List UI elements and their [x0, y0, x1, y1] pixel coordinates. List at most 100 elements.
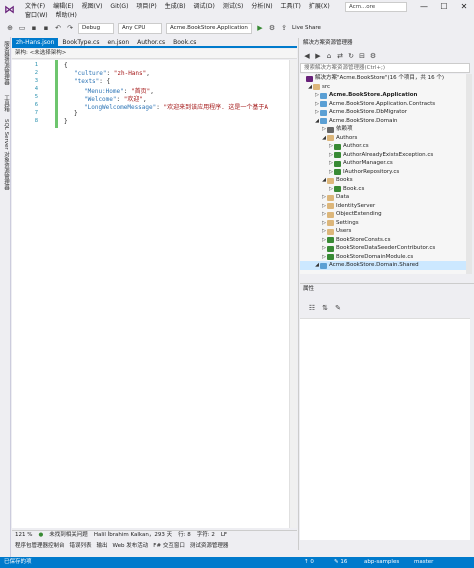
line-number: 6 — [34, 102, 38, 108]
code-line-8: } — [64, 118, 68, 125]
line-number: 4 — [34, 86, 38, 92]
char-indicator: 字符: 2 — [196, 532, 215, 538]
startup-project-select[interactable]: Acme.BookStore.Application — [166, 22, 252, 34]
push-count[interactable]: ↑ 0 — [304, 557, 334, 568]
alphabetical-icon[interactable]: ⇅ — [321, 304, 329, 312]
platform-select[interactable]: Any CPU — [118, 22, 162, 34]
configuration-select[interactable]: Debug — [78, 22, 114, 34]
live-share-button[interactable]: Live Share — [292, 25, 321, 31]
redo-icon[interactable]: ↷ — [66, 24, 74, 32]
categorized-icon[interactable]: ☷ — [308, 304, 316, 312]
live-share-icon[interactable]: ⇪ — [280, 24, 288, 32]
changes-count[interactable]: ✎ 16 — [334, 557, 364, 568]
line-number: 2 — [34, 70, 38, 76]
solution-explorer-toolbar: ◀ ▶ ⌂ ⇄ ↻ ⊟ ⚙ — [300, 49, 474, 62]
line-number: 1 — [34, 62, 38, 68]
menu-item[interactable]: 分析(N) — [247, 3, 276, 12]
open-folder-icon[interactable]: ▭ — [18, 24, 26, 32]
menu-item[interactable]: 编辑(E) — [49, 3, 77, 12]
window-controls: — ☐ ✕ — [414, 0, 474, 14]
collapse-all-icon[interactable]: ⊟ — [358, 52, 366, 60]
undo-icon[interactable]: ↶ — [54, 24, 62, 32]
refresh-icon[interactable]: ↻ — [347, 52, 355, 60]
proj-icon — [320, 262, 327, 269]
back-icon[interactable]: ◀ — [303, 52, 311, 60]
code-editor[interactable]: 1 2 3 4 5 6 7 8 { "culture": "zh-Hans", "texts"… — [12, 60, 297, 528]
bottom-tool-tab[interactable]: 输出 — [97, 541, 108, 551]
line-indicator: 行: 8 — [178, 532, 191, 538]
solution-search-input[interactable]: 搜索解决方案资源管理器(Ctrl+;) — [300, 63, 470, 73]
start-debug-icon[interactable]: ▶ — [256, 24, 264, 32]
menu-item[interactable]: Git(G) — [106, 3, 132, 12]
change-indicator-bar — [55, 60, 58, 128]
bottom-tool-tab[interactable]: 测试资源管理器 — [190, 541, 229, 551]
properties-title: 属性 — [300, 283, 474, 293]
solution-tree: 解决方案"Acme.BookStore"(16 个项目，共 16 个) ◢ src ▷… — [300, 74, 470, 274]
status-message: 已保存的项 — [4, 559, 32, 565]
maximize-button[interactable]: ☐ — [434, 0, 454, 14]
new-item-icon[interactable]: ⊕ — [6, 24, 14, 32]
sol-icon — [306, 75, 313, 82]
bottom-tool-tab[interactable]: 程序包管理器控制台 — [15, 541, 65, 551]
toolbox-tab[interactable]: 工具箱 — [2, 95, 10, 112]
issues-status[interactable]: 未找到相关问题 — [49, 531, 88, 540]
editor-tab[interactable]: zh-Hans.json — [12, 38, 59, 48]
cs-icon — [334, 143, 341, 150]
minimize-button[interactable]: — — [414, 0, 434, 14]
close-button[interactable]: ✕ — [454, 0, 474, 14]
schema-breadcrumb[interactable]: 架构: <未选择架构> — [12, 49, 297, 59]
menu-item[interactable]: 项目(P) — [132, 3, 160, 12]
forward-icon[interactable]: ▶ — [314, 52, 322, 60]
pane-splitter[interactable] — [298, 38, 299, 550]
menu-item[interactable]: 扩展(X) — [305, 3, 334, 12]
bottom-tool-tab[interactable]: 错误列表 — [70, 541, 92, 551]
code-line-7: } — [74, 110, 78, 117]
menu-item[interactable]: 生成(B) — [161, 3, 190, 12]
menu-item[interactable]: 文件(F) — [21, 3, 49, 12]
line-number: 8 — [34, 118, 38, 124]
git-blame-author[interactable]: Halil İbrahim Kalkan，293 天 — [94, 531, 172, 540]
cs-icon — [327, 237, 334, 243]
folder-icon — [313, 84, 320, 90]
property-pages-icon[interactable]: ✎ — [334, 304, 342, 312]
home-icon[interactable]: ⌂ — [325, 52, 333, 60]
folder-icon — [327, 194, 334, 201]
editor-tab[interactable]: Book.cs — [169, 38, 200, 48]
zoom-level[interactable]: 121 % — [15, 531, 32, 540]
menu-bar: 文件(F) 编辑(E) 视图(V) Git(G) 项目(P) 生成(B) 调试(D) 测试(S… — [21, 0, 351, 21]
sync-icon[interactable]: ⇄ — [336, 52, 344, 60]
bottom-tool-tab[interactable]: Web 发布活动 — [113, 541, 149, 551]
cs-icon — [334, 186, 341, 192]
build-icon[interactable]: ⚙ — [268, 24, 276, 32]
code-line-1: { — [64, 62, 68, 69]
menu-item[interactable]: 调试(D) — [190, 3, 219, 12]
editor-tab[interactable]: Author.cs — [133, 38, 169, 48]
visual-studio-logo-icon: ⋈ — [4, 3, 15, 16]
line-ending[interactable]: LF — [221, 531, 227, 540]
cs-icon — [334, 152, 341, 158]
save-all-icon[interactable]: ▪ — [42, 24, 50, 32]
repo-name[interactable]: abp-samples — [364, 557, 414, 568]
branch-name[interactable]: master — [414, 557, 454, 568]
editor-tab[interactable]: en.json — [103, 38, 133, 48]
editor-vertical-scrollbar[interactable] — [289, 60, 297, 528]
settings-icon[interactable]: ⚙ — [369, 52, 377, 60]
menu-item[interactable]: 工具(T) — [277, 3, 305, 12]
folder-icon — [327, 211, 334, 218]
bottom-tool-tab[interactable]: F# 交互窗口 — [153, 541, 185, 551]
left-tool-strip: 服务器资源管理器 工具箱 SQL Server 对象资源管理器 — [0, 37, 11, 557]
editor-status-row: 121 % ● 未找到相关问题 Halil İbrahim Kalkan，293… — [12, 530, 297, 540]
folder-icon — [327, 177, 334, 184]
sql-server-explorer-tab[interactable]: SQL Server 对象资源管理器 — [2, 119, 10, 190]
menu-item[interactable]: 视图(V) — [78, 3, 107, 12]
server-explorer-tab[interactable]: 服务器资源管理器 — [2, 41, 10, 85]
tree-item[interactable]: ◢ Acme.BookStore.Domain.Shared — [300, 261, 470, 270]
save-icon[interactable]: ▪ — [30, 24, 38, 32]
cs-icon — [334, 160, 341, 167]
line-number: 7 — [34, 110, 38, 116]
dep-icon — [327, 126, 334, 133]
menu-item[interactable]: 测试(S) — [219, 3, 248, 12]
tree-scrollbar[interactable] — [466, 74, 472, 274]
solution-name-search[interactable]: Acm...ore — [345, 2, 407, 12]
editor-tab[interactable]: BookType.cs — [58, 38, 103, 48]
